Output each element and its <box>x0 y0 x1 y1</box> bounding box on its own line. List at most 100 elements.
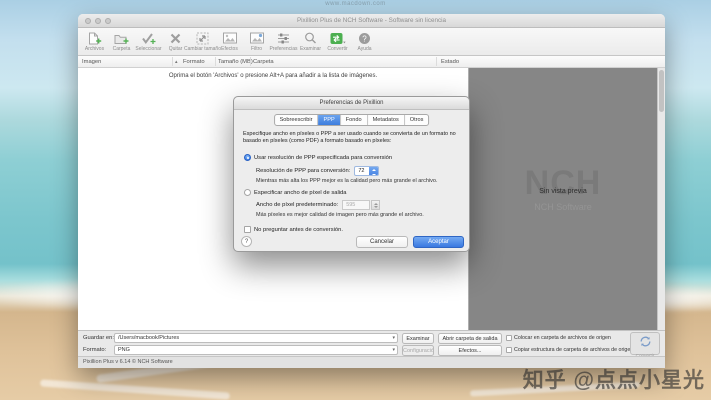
checkbox-label: Colocar en carpeta de archivos de origen <box>514 335 611 341</box>
toolbar-button-preferences[interactable]: Preferencias <box>270 31 297 52</box>
convert-green-icon <box>330 31 346 45</box>
window-controls <box>85 18 111 24</box>
dpi-resolution-row: Resolución de PPP para conversión: 72 <box>256 166 379 176</box>
pixel-width-input: 595 <box>342 200 370 210</box>
browse-magnifier-icon <box>304 31 317 45</box>
toolbar-button-browse[interactable]: Examinar <box>297 31 324 52</box>
column-divider <box>436 57 437 66</box>
column-header-status[interactable]: Estado <box>441 56 459 68</box>
dialog-title: Preferencias de Pixillion <box>234 97 469 110</box>
checkbox-label: Copiar estructura de carpeta de archivos… <box>514 347 633 353</box>
scrollbar-thumb[interactable] <box>659 70 664 112</box>
toolbar-label: Ayuda <box>357 46 371 52</box>
toolbar-button-resize[interactable]: Cambiar tamaño <box>189 31 216 52</box>
effects-button[interactable]: Efectos... <box>438 345 502 356</box>
tab-fondo[interactable]: Fondo <box>340 115 367 125</box>
same-folder-checkbox[interactable]: Colocar en carpeta de archivos de origen <box>506 333 611 343</box>
toolbar-label: Quitar <box>169 46 183 52</box>
checkbox-icon <box>244 226 251 233</box>
tab-sobreescribir[interactable]: Sobreescribir <box>275 115 318 125</box>
open-output-folder-button[interactable]: Abrir carpeta de salida <box>438 333 502 344</box>
toolbar-button-add-files[interactable]: Archivos <box>81 31 108 52</box>
dialog-tabs: Sobreescribir PPP Fondo Metadatos Otros <box>274 114 430 126</box>
use-dpi-radio[interactable]: Usar resolución de PPP especificada para… <box>244 154 392 161</box>
resize-icon <box>196 31 209 45</box>
radio-selected-icon <box>244 154 251 161</box>
checkbox-icon <box>506 347 512 353</box>
checkbox-label: No preguntar antes de conversión. <box>254 227 343 233</box>
toolbar-button-effects[interactable]: Efectos <box>216 31 243 52</box>
tab-otros[interactable]: Otros <box>404 115 429 125</box>
format-value: PNG <box>115 346 397 354</box>
column-header-format[interactable]: Formato <box>183 56 205 68</box>
accept-button[interactable]: Aceptar <box>413 236 464 248</box>
toolbar-label: Efectos <box>221 46 238 52</box>
preview-panel: NCH NCH Software Sin vista previa <box>468 68 657 330</box>
toolbar-button-convert[interactable]: Convertir <box>324 31 351 52</box>
window-titlebar[interactable]: Pixillion Plus de NCH Software - Softwar… <box>78 14 665 28</box>
tab-metadatos[interactable]: Metadatos <box>367 115 404 125</box>
sort-ascending-icon[interactable]: ▴ <box>175 56 178 68</box>
convert-button[interactable]: Convertir <box>630 332 660 355</box>
column-divider <box>215 57 216 66</box>
desktop: www.macdown.com Pixillion Plus de NCH So… <box>0 0 711 400</box>
toolbar-label: Archivos <box>85 46 104 52</box>
toolbar-label: Examinar <box>300 46 321 52</box>
window-title: Pixillion Plus de NCH Software - Softwar… <box>78 14 665 28</box>
help-icon: ? <box>358 31 371 45</box>
browse-button[interactable]: Examinar <box>402 333 434 344</box>
column-header-image[interactable]: Imagen <box>82 56 101 68</box>
list-header: Imagen ▴ Formato Tamaño (MB) Carpeta Est… <box>78 56 665 68</box>
convert-arrows-icon <box>639 336 652 347</box>
column-header-size[interactable]: Tamaño (MB) <box>218 56 253 68</box>
copy-structure-checkbox[interactable]: Copiar estructura de carpeta de archivos… <box>506 345 633 355</box>
pixel-width-row: Ancho de píxel predeterminado: 595 <box>256 200 380 210</box>
format-settings-button: Configuración... <box>402 345 434 356</box>
toolbar-label: Convertir <box>327 46 347 52</box>
preferences-sliders-icon <box>277 31 290 45</box>
checkbox-icon <box>506 335 512 341</box>
output-settings-bar: Guardar en: /Users/macbook/Pictures ▾ Ex… <box>78 330 665 356</box>
dpi-resolution-select[interactable]: 72 <box>354 166 379 176</box>
column-divider <box>172 57 173 66</box>
no-preview-label: Sin vista previa <box>469 188 657 195</box>
pixel-width-radio[interactable]: Especificar ancho de píxel de salida <box>244 189 346 196</box>
pixel-width-label: Ancho de píxel predeterminado: <box>256 202 338 208</box>
no-ask-checkbox[interactable]: No preguntar antes de conversión. <box>244 226 343 233</box>
toolbar-button-select[interactable]: Seleccionar <box>135 31 162 52</box>
toolbar-label: Seleccionar <box>135 46 161 52</box>
format-label: Formato: <box>83 345 106 355</box>
add-file-icon <box>87 31 102 45</box>
minimize-window-button[interactable] <box>95 18 101 24</box>
tab-ppp[interactable]: PPP <box>318 115 340 125</box>
format-combobox[interactable]: PNG ▾ <box>114 345 398 355</box>
remove-x-icon <box>169 31 182 45</box>
toolbar-label: Carpeta <box>113 46 131 52</box>
sky-watermark: www.macdown.com <box>325 1 386 7</box>
save-in-label: Guardar en: <box>83 333 114 343</box>
toolbar-label: Filtro <box>251 46 262 52</box>
toolbar-label: Preferencias <box>269 46 297 52</box>
zoom-window-button[interactable] <box>105 18 111 24</box>
column-divider <box>250 57 251 66</box>
column-header-folder[interactable]: Carpeta <box>253 56 274 68</box>
close-window-button[interactable] <box>85 18 91 24</box>
dialog-help-button[interactable]: ? <box>241 236 252 247</box>
cancel-button[interactable]: Cancelar <box>356 236 408 248</box>
dpi-resolution-value: 72 <box>355 167 369 175</box>
stepper-icon[interactable] <box>369 167 378 176</box>
effects-image-icon <box>223 31 237 45</box>
select-check-icon <box>141 31 156 45</box>
toolbar-button-filter[interactable]: Filtro <box>243 31 270 52</box>
save-folder-combobox[interactable]: /Users/macbook/Pictures ▾ <box>114 333 398 343</box>
add-folder-icon <box>114 31 129 45</box>
toolbar-button-add-folder[interactable]: Carpeta <box>108 31 135 52</box>
pixel-width-hint-text: Más píxeles es mejor calidad de imagen p… <box>256 212 424 218</box>
toolbar-button-help[interactable]: ? Ayuda <box>351 31 378 52</box>
toolbar: Archivos Carpeta Seleccionar Quitar <box>78 28 665 56</box>
radio-unselected-icon <box>244 189 251 196</box>
svg-text:?: ? <box>362 34 367 43</box>
stepper-icon <box>371 200 380 210</box>
dpi-resolution-label: Resolución de PPP para conversión: <box>256 168 350 174</box>
scrollbar[interactable] <box>657 68 665 330</box>
